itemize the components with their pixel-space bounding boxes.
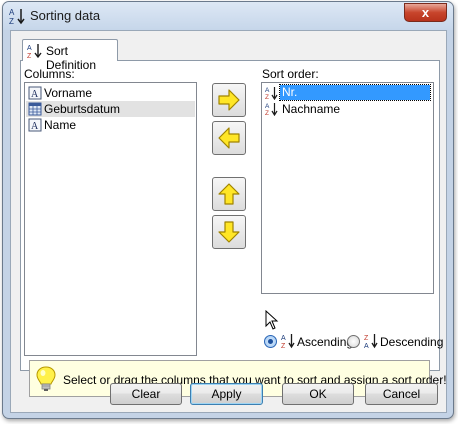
title-bar[interactable]: A Z Sorting data x	[3, 2, 453, 30]
close-button[interactable]: x	[404, 3, 447, 22]
sort-descending-icon: Z A	[364, 334, 378, 349]
close-icon: x	[421, 5, 430, 20]
remove-from-sort-button[interactable]	[212, 121, 246, 155]
sort-ascending-icon: A Z	[9, 8, 25, 25]
move-down-button[interactable]	[212, 215, 246, 249]
arrow-up-icon	[218, 183, 240, 205]
svg-text:A: A	[31, 89, 39, 100]
svg-text:Z: Z	[27, 53, 32, 59]
list-item[interactable]: A Z Nr.	[263, 84, 432, 101]
sort-order-list[interactable]: A Z Nr. A Z Nachname	[261, 82, 434, 294]
ascending-label: Ascending	[297, 335, 354, 349]
arrow-left-icon	[218, 127, 240, 149]
svg-text:A: A	[265, 87, 270, 94]
mouse-cursor-icon	[265, 310, 279, 330]
sort-ascending-icon: A Z	[265, 103, 278, 116]
svg-text:Z: Z	[265, 110, 269, 116]
sort-order-label: Sort order:	[262, 67, 319, 81]
cancel-button[interactable]: Cancel	[365, 383, 438, 405]
svg-text:A: A	[265, 103, 270, 110]
sort-ascending-icon: A Z	[27, 44, 42, 59]
svg-text:Z: Z	[281, 343, 286, 349]
lightbulb-icon	[36, 366, 56, 391]
move-up-button[interactable]	[212, 177, 246, 211]
arrow-right-icon	[218, 89, 240, 111]
text-field-icon: A	[28, 86, 42, 100]
tab-sort-definition[interactable]: A Z Sort Definition	[22, 39, 118, 72]
sort-ascending-icon: A Z	[265, 87, 278, 100]
add-to-sort-button[interactable]	[212, 83, 246, 117]
svg-text:A: A	[27, 45, 32, 52]
svg-text:A: A	[281, 335, 286, 342]
ascending-radio[interactable]	[264, 335, 277, 348]
list-item[interactable]: A Z Nachname	[263, 101, 432, 117]
sort-ascending-icon: A Z	[281, 334, 295, 349]
dialog-client-area: A Z Sort Definition Columns: A Vorname G…	[10, 30, 447, 413]
svg-text:Z: Z	[9, 17, 14, 25]
list-item[interactable]: Geburtsdatum	[26, 101, 195, 117]
date-field-icon	[28, 102, 42, 116]
ok-button[interactable]: OK	[282, 383, 354, 405]
svg-text:A: A	[364, 343, 369, 349]
list-item[interactable]: A Vorname	[26, 85, 195, 101]
apply-button[interactable]: Apply	[190, 383, 263, 405]
arrow-down-icon	[218, 221, 240, 243]
descending-label: Descending	[380, 335, 444, 349]
text-field-icon: A	[28, 118, 42, 132]
tab-label: Sort Definition	[46, 44, 97, 72]
svg-text:Z: Z	[364, 335, 369, 342]
sorting-dialog: A Z Sorting data x A Z Sort Definition C…	[2, 1, 454, 419]
svg-text:A: A	[31, 121, 39, 132]
descending-radio[interactable]	[347, 335, 360, 348]
list-item[interactable]: A Name	[26, 117, 195, 133]
columns-list[interactable]: A Vorname Geburtsdatum A Name	[24, 82, 197, 356]
sort-definition-panel: Columns: A Vorname Geburtsdatum A Name S…	[20, 60, 447, 397]
window-title: Sorting data	[30, 8, 101, 23]
clear-button[interactable]: Clear	[110, 383, 182, 405]
svg-text:Z: Z	[265, 94, 269, 100]
svg-text:A: A	[9, 8, 15, 17]
